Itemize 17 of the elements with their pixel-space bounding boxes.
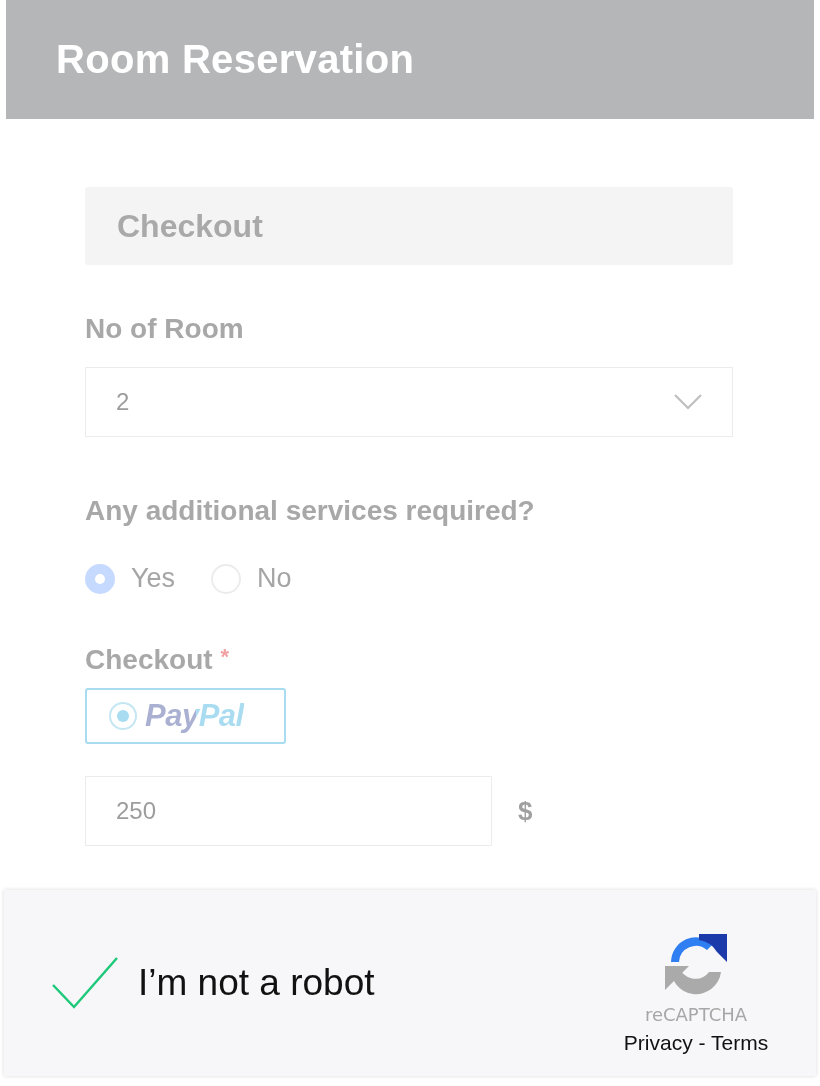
chevron-down-icon — [674, 394, 702, 410]
room-select[interactable]: 2 — [85, 367, 733, 437]
radio-option[interactable]: Yes — [85, 563, 176, 594]
privacy-terms-link[interactable]: Privacy - Terms — [623, 1030, 769, 1055]
field-label: Checkout — [85, 644, 213, 675]
captcha-label: I’m not a robot — [138, 962, 376, 1004]
payment-option[interactable]: PayPal — [85, 688, 286, 744]
check-icon[interactable] — [52, 957, 118, 1009]
field-label: No of Room — [85, 313, 245, 345]
brand-label: reCAPTCHA — [644, 1003, 748, 1025]
page-title: Room Reservation — [56, 37, 415, 82]
radio-option[interactable]: No — [211, 563, 292, 594]
required-mark: * — [220, 644, 230, 669]
section-header: Checkout — [85, 187, 733, 265]
amount-field[interactable]: 250 — [85, 776, 492, 846]
currency-label: $ — [518, 795, 533, 827]
question-label: Any additional services required? — [85, 495, 536, 527]
